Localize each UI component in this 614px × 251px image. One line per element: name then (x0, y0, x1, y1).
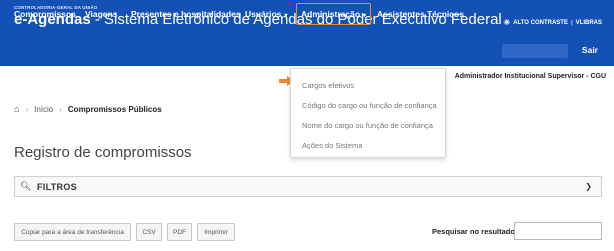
copy-clipboard-button[interactable]: Copiar para a área de transferência (14, 223, 131, 241)
accessibility-links: ✳ ALTO CONTRASTE | VLIBRAS (503, 18, 602, 27)
nav-label: Compromissos (14, 9, 76, 19)
administracao-dropdown: Cargos efetivos Código do cargo ou funçã… (290, 68, 446, 158)
menu-item-cargos-efetivos[interactable]: Cargos efetivos (302, 81, 354, 90)
chevron-right-icon: › (59, 104, 62, 114)
chevron-right-icon: › (25, 104, 29, 114)
vlibras-link[interactable]: VLIBRAS (576, 20, 602, 26)
nav-label: Viagens (85, 9, 118, 19)
filters-label: FILTROS (37, 182, 77, 192)
search-icon: 🔍︎ (20, 181, 32, 191)
nav-item-assistentes[interactable]: Assistentes Técnicos (377, 9, 464, 19)
breadcrumb-home[interactable]: Início (34, 105, 53, 114)
menu-item-codigo-cargo[interactable]: Código do cargo ou função de confiança (302, 101, 437, 110)
caret-down-icon: ▾ (284, 13, 288, 19)
menu-item-acoes-sistema[interactable]: Ações do Sistema (302, 141, 362, 150)
breadcrumb-current: Compromissos Públicos (67, 104, 162, 114)
user-name-redacted[interactable] (502, 44, 568, 58)
chevron-down-icon[interactable]: ❯ (585, 182, 592, 191)
divider: | (570, 19, 573, 26)
user-role: Administrador Institucional Supervisor -… (454, 73, 606, 80)
print-button[interactable]: Imprimir (197, 223, 235, 241)
filters-panel[interactable]: 🔍︎ FILTROS ❯ (14, 176, 602, 197)
nav-label: Presentes e hospitalidades (131, 9, 241, 19)
nav-label: Administração (301, 9, 361, 19)
pdf-button[interactable]: PDF (167, 223, 192, 241)
nav-item-compromissos[interactable]: Compromissos (14, 9, 76, 19)
nav-item-viagens[interactable]: Viagens (85, 9, 117, 19)
nav-item-presentes[interactable]: Presentes e hospitalidades (131, 9, 241, 19)
high-contrast-link[interactable]: ALTO CONTRASTE (513, 20, 568, 26)
csv-button[interactable]: CSV (136, 223, 162, 241)
nav-label: Assistentes Técnicos (377, 9, 464, 19)
home-icon[interactable]: ⌂ (14, 104, 19, 114)
sun-icon: ✳ (503, 18, 511, 27)
search-input[interactable] (514, 222, 602, 240)
nav-label: Usuários (245, 9, 282, 19)
menu-item-nome-cargo[interactable]: Nome do cargo ou função de confiança (302, 121, 433, 130)
search-label: Pesquisar no resultado (432, 227, 515, 236)
nav-item-administracao[interactable]: Administração ▾ (296, 3, 372, 25)
breadcrumb: ⌂ › Início › Compromissos Públicos (14, 104, 162, 114)
logout-link[interactable]: Sair (582, 45, 598, 55)
nav-item-usuarios[interactable]: Usuários ▾ (245, 9, 287, 19)
page-title: Registro de compromissos (14, 144, 192, 161)
caret-down-icon: ▾ (363, 13, 367, 19)
